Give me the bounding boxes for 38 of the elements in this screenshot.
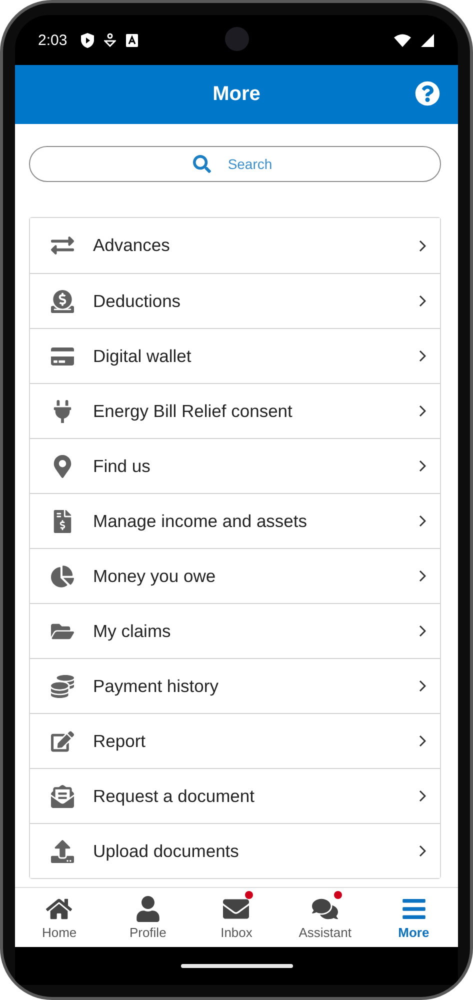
chevron-icon: [419, 680, 426, 692]
search-icon: [193, 155, 211, 173]
chevron-icon: [419, 515, 426, 527]
nav-tab[interactable]: More: [369, 888, 458, 947]
chevron-icon: [419, 625, 426, 637]
app-icon: [126, 34, 138, 46]
chevron-icon: [419, 405, 426, 417]
camera-icon: [224, 27, 248, 51]
chevron-icon: [419, 570, 426, 582]
page-title: More: [212, 83, 260, 106]
arrows-icon: [50, 234, 74, 257]
chevron-icon: [419, 790, 426, 802]
pie-chart-icon: [50, 564, 74, 588]
shield-icon: [81, 32, 94, 48]
coins-icon: [50, 674, 74, 698]
card-icon: [50, 344, 74, 368]
coin-hand-icon: [50, 290, 74, 312]
wifi-icon: [394, 34, 411, 46]
chevron-icon: [419, 845, 426, 857]
chevron-icon: [419, 240, 426, 252]
person-icon: [134, 896, 161, 922]
notification-icon: [104, 33, 116, 47]
nav-tab[interactable]: Home: [15, 888, 104, 947]
signal-icon: [421, 34, 434, 46]
menu-item[interactable]: Upload documents: [30, 823, 440, 878]
help-button[interactable]: [415, 81, 440, 106]
chevron-icon: [419, 460, 426, 472]
nav-tab[interactable]: Inbox: [192, 888, 281, 947]
upload-icon: [50, 840, 74, 862]
chevron-icon: [419, 295, 426, 307]
nav-tab[interactable]: Assistant: [280, 888, 370, 947]
search-field[interactable]: Search: [29, 146, 441, 182]
envelope-icon: [50, 784, 74, 808]
chevron-icon: [419, 735, 426, 747]
chevron-icon: [419, 350, 426, 362]
edit-icon: [50, 730, 74, 752]
status-time: 2:03: [38, 32, 68, 48]
nav-tab[interactable]: Profile: [104, 888, 192, 947]
